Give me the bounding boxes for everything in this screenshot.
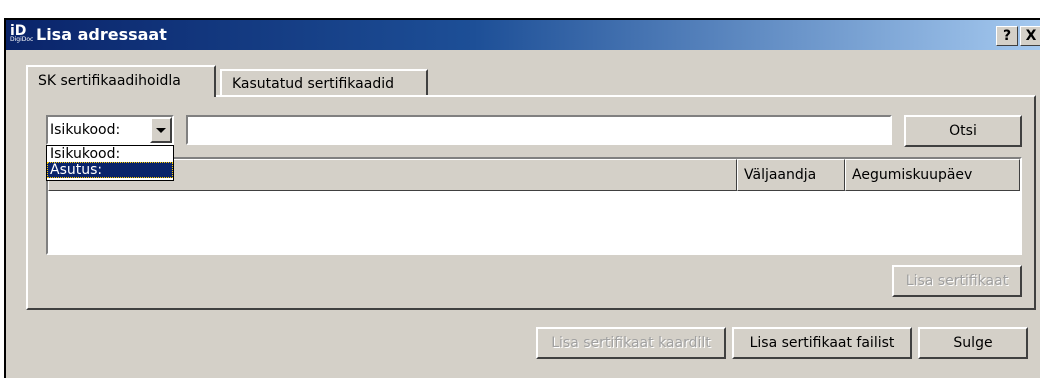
window-title: Lisa adressaat <box>36 25 167 44</box>
app-icon: iD DigiDoc <box>10 24 34 44</box>
tab-label: SK sertifikaadihoidla <box>38 73 181 89</box>
active-tab-join <box>28 94 214 98</box>
close-button[interactable]: Sulge <box>918 327 1028 359</box>
add-certificate-from-card-button[interactable]: Lisa sertifikaat kaardilt <box>536 327 726 359</box>
add-certificate-label: Lisa sertifikaat <box>905 273 1009 289</box>
search-button-label: Otsi <box>949 123 977 139</box>
results-table[interactable]: Väljaandja Aegumiskuupäev <box>46 157 1022 255</box>
column-header-aegumiskuupaev[interactable]: Aegumiskuupäev <box>845 159 1020 191</box>
chevron-down-icon <box>156 128 166 133</box>
column-header-valjaandja[interactable]: Väljaandja <box>737 159 845 191</box>
search-type-value: Isikukood: <box>50 122 121 138</box>
column-header-label: Aegumiskuupäev <box>852 167 973 183</box>
close-window-button[interactable]: X <box>1020 26 1040 46</box>
tab-sk-sertifikaadihoidla[interactable]: SK sertifikaadihoidla <box>26 65 216 97</box>
dropdown-option-asutus[interactable]: Asutus: <box>47 162 173 178</box>
tab-panel: Isikukood: Isikukood: Asutus: Otsi Välja… <box>26 95 1036 310</box>
dialog-window: iD DigiDoc Lisa adressaat ? X SK sertifi… <box>4 18 1040 378</box>
search-button[interactable]: Otsi <box>904 115 1022 147</box>
column-header-label: Väljaandja <box>744 167 817 183</box>
close-icon: X <box>1025 28 1037 44</box>
app-icon-subtext: DigiDoc <box>10 36 34 43</box>
help-button[interactable]: ? <box>996 26 1018 46</box>
search-input[interactable] <box>186 115 892 145</box>
close-button-label: Sulge <box>953 335 993 351</box>
add-from-file-label: Lisa sertifikaat failist <box>749 335 895 351</box>
search-type-combobox[interactable]: Isikukood: <box>46 115 174 145</box>
search-type-dropdown: Isikukood: Asutus: <box>46 145 174 181</box>
dropdown-option-isikukood[interactable]: Isikukood: <box>47 146 173 162</box>
add-certificate-from-file-button[interactable]: Lisa sertifikaat failist <box>732 327 912 359</box>
tab-label: Kasutatud sertifikaadid <box>232 76 394 92</box>
add-certificate-button[interactable]: Lisa sertifikaat <box>892 265 1022 297</box>
combobox-dropdown-button[interactable] <box>150 117 172 143</box>
help-icon: ? <box>1002 28 1012 44</box>
tab-kasutatud-sertifikaadid[interactable]: Kasutatud sertifikaadid <box>220 69 428 97</box>
title-bar[interactable]: iD DigiDoc Lisa adressaat ? X <box>6 20 1040 50</box>
add-from-card-label: Lisa sertifikaat kaardilt <box>551 335 711 351</box>
